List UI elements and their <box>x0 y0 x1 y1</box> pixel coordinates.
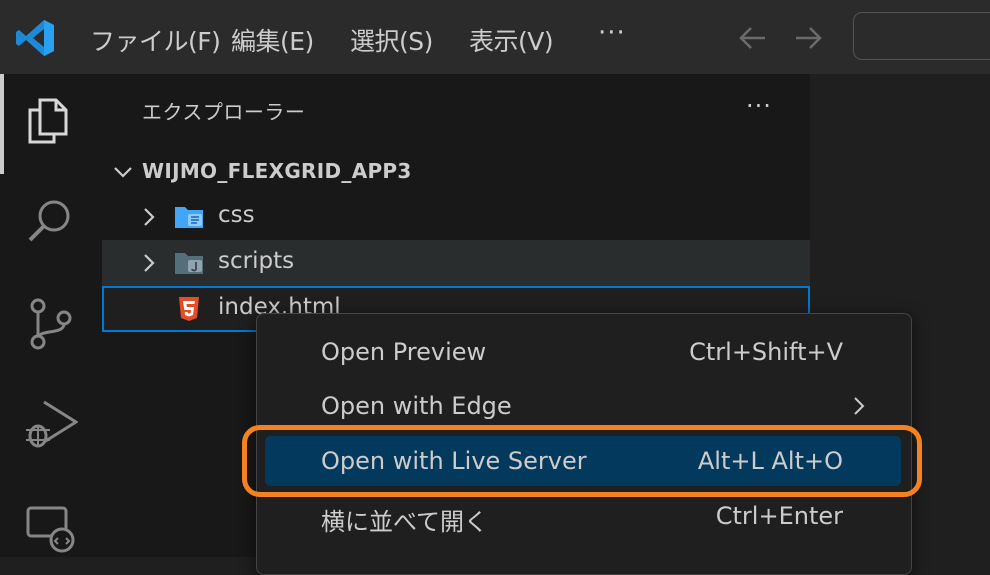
sidebar-title: エクスプローラー <box>142 100 306 124</box>
chevron-right-icon <box>144 254 155 272</box>
chevron-right-icon <box>854 397 865 415</box>
menu-more-button[interactable]: ··· <box>598 18 626 48</box>
menu-item-open-with-edge[interactable]: Open with Edge <box>265 381 901 431</box>
css-folder-icon <box>175 207 203 228</box>
tree-item-scripts[interactable]: scripts <box>102 240 810 286</box>
tree-item-label: scripts <box>218 248 295 274</box>
menu-file[interactable]: ファイル(F) <box>90 22 221 58</box>
back-arrow-icon[interactable] <box>737 22 769 54</box>
sidebar-more-button[interactable]: ··· <box>746 92 772 120</box>
tree-item-css[interactable]: css <box>102 194 810 240</box>
tree-item-label: css <box>218 202 255 228</box>
source-control-icon[interactable] <box>22 296 78 352</box>
chevron-right-icon <box>144 208 155 226</box>
menu-item-shortcut: Ctrl+Enter <box>715 502 843 530</box>
vscode-logo-icon <box>16 20 54 56</box>
menu-item-label: Open with Edge <box>321 392 512 420</box>
menu-item-shortcut: Ctrl+Shift+V <box>689 338 843 366</box>
html5-file-icon <box>179 297 199 321</box>
menu-item-label: Open Preview <box>321 338 487 366</box>
menu-item-open-to-side[interactable]: 横に並べて開く Ctrl+Enter <box>265 491 901 541</box>
project-folder-row[interactable]: WIJMO_FLEXGRID_APP3 <box>102 148 810 194</box>
menu-selection[interactable]: 選択(S) <box>350 22 433 58</box>
scripts-folder-icon <box>175 253 203 274</box>
remote-explorer-icon[interactable] <box>22 500 78 556</box>
search-icon[interactable] <box>22 194 78 250</box>
menu-view[interactable]: 表示(V) <box>469 22 554 58</box>
menu-item-label: 横に並べて開く <box>321 508 489 536</box>
menu-edit[interactable]: 編集(E) <box>231 22 314 58</box>
forward-arrow-icon[interactable] <box>792 22 824 54</box>
project-name: WIJMO_FLEXGRID_APP3 <box>142 159 412 183</box>
menu-item-open-preview[interactable]: Open Preview Ctrl+Shift+V <box>265 327 901 377</box>
activity-bar <box>0 74 102 557</box>
title-bar: ファイル(F) 編集(E) 選択(S) 表示(V) ··· <box>0 0 990 74</box>
command-center-search[interactable] <box>853 12 990 60</box>
explorer-files-icon[interactable] <box>22 92 78 148</box>
annotation-highlight-ring <box>242 425 922 497</box>
chevron-down-icon <box>114 167 132 178</box>
run-and-debug-icon[interactable] <box>22 396 78 452</box>
active-view-indicator <box>0 74 4 174</box>
